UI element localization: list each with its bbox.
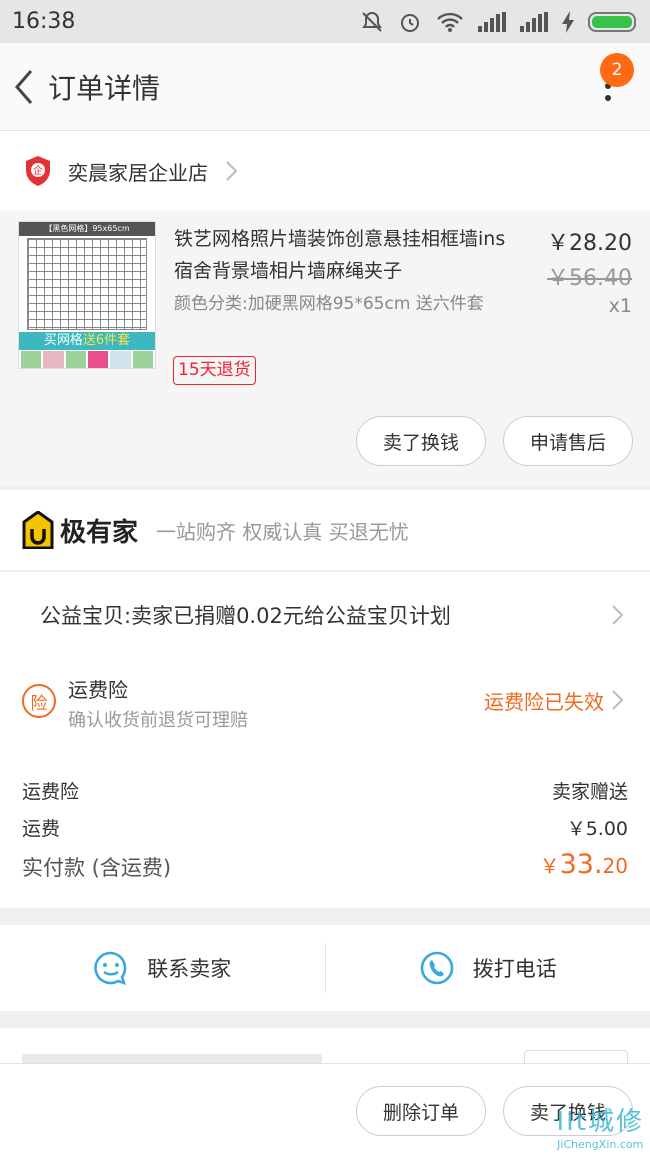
svg-text:企: 企 (33, 164, 43, 177)
site-watermark: IIt城修 JiChengXin.com (556, 1107, 644, 1151)
mute-icon (362, 11, 382, 32)
sell-for-cash-button[interactable]: 卖了换钱 (356, 416, 486, 466)
status-bar: 16:38 (0, 0, 650, 43)
contact-seller-label: 联系卖家 (147, 957, 232, 981)
jiyoujia-logo-icon (22, 511, 54, 549)
thumb-promo: 买网格送6件套 (19, 332, 155, 350)
contact-seller-button[interactable]: 联系卖家 (0, 925, 325, 1011)
more-dot-icon (605, 95, 611, 101)
fee-label-shipping: 运费 (22, 818, 61, 840)
grid-image (27, 238, 147, 330)
phone-icon (420, 951, 454, 985)
status-icons (360, 10, 636, 34)
insurance-title: 运费险 (68, 678, 128, 702)
call-phone-button[interactable]: 拨打电话 (326, 925, 650, 1011)
shop-row[interactable]: 企 奕晨家居企业店 (0, 131, 650, 211)
insurance-icon: 险 (22, 684, 56, 718)
fee-value-insurance: 卖家赠送 (551, 781, 628, 803)
charging-icon (562, 10, 574, 33)
back-button[interactable] (4, 43, 44, 131)
insurance-status[interactable]: 运费险已失效 (484, 686, 604, 715)
enterprise-shield-icon: 企 (26, 156, 50, 186)
product-spec: 颜色分类:加硬黑网格95*65cm 送六件套 (174, 294, 484, 314)
thumb-header: 【黑色网格】95x65cm (19, 222, 155, 236)
total-label: 实付款 (含运费) (22, 856, 172, 880)
order-info-block: 公益宝贝:卖家已捐赠0.02元给公益宝贝计划 险 运费险 确认收货前退货可理赔 … (0, 572, 650, 908)
battery-icon (588, 11, 636, 32)
fee-value-shipping: ￥5.00 (566, 818, 628, 840)
product-title: 铁艺网格照片墙装饰创意悬挂相框墙ins宿舍背景墙相片墙麻绳夹子 (174, 228, 506, 282)
chevron-right-icon (612, 605, 624, 625)
refund-tag: 15天退货 (173, 356, 256, 385)
brand-slogan: 一站购齐 权威认真 买退无忧 (156, 519, 409, 544)
chevron-right-icon (612, 690, 624, 710)
bottom-action-bar: 删除订单 卖了换钱 IIt城修 JiChengXin.com (0, 1063, 650, 1155)
brand-banner: 极有家 一站购齐 权威认真 买退无忧 (0, 490, 650, 570)
top-bar: 订单详情 2 (0, 43, 650, 131)
chevron-right-icon (226, 161, 238, 181)
status-time: 16:38 (12, 9, 76, 34)
alarm-icon (401, 13, 419, 32)
order-item-card[interactable]: 【黑色网格】95x65cm 买网格送6件套 铁艺网格照片墙装饰创意悬挂相框墙in… (0, 211, 650, 486)
insurance-subtitle: 确认收货前退货可理赔 (68, 710, 248, 731)
signal-icon-1 (478, 11, 506, 32)
signal-icon-2 (520, 11, 548, 32)
product-price: ￥28.20 (547, 231, 632, 256)
delete-order-button[interactable]: 删除订单 (356, 1086, 486, 1136)
product-original-price: ￥56.40 (547, 266, 632, 291)
fee-label-insurance: 运费险 (22, 781, 80, 803)
total-amount: ￥33.20 (539, 849, 628, 880)
brand-name: 极有家 (60, 517, 139, 548)
product-thumbnail[interactable]: 【黑色网格】95x65cm 买网格送6件套 (18, 221, 156, 369)
chat-smile-icon (94, 951, 127, 986)
contact-row: 联系卖家 拨打电话 (0, 925, 650, 1011)
page-title: 订单详情 (48, 71, 161, 105)
notification-badge: 2 (600, 53, 634, 87)
wifi-icon (437, 12, 463, 32)
thumb-accessory-strip (19, 350, 155, 368)
copy-button[interactable] (524, 1050, 628, 1064)
order-number-row (0, 1028, 650, 1064)
product-quantity: x1 (608, 295, 632, 317)
call-phone-label: 拨打电话 (472, 957, 557, 981)
shop-name: 奕晨家居企业店 (68, 160, 208, 185)
chevron-left-icon (15, 69, 33, 104)
charity-notice[interactable]: 公益宝贝:卖家已捐赠0.02元给公益宝贝计划 (40, 600, 451, 630)
apply-after-sale-button[interactable]: 申请售后 (503, 416, 633, 466)
